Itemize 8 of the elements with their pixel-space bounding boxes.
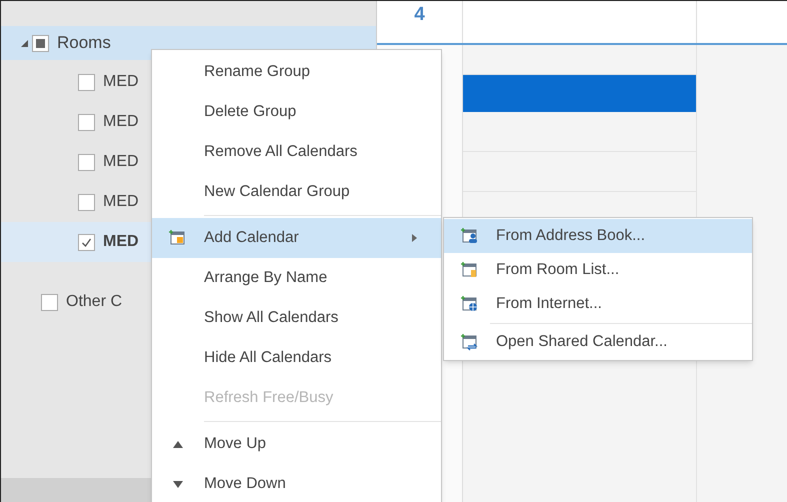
group-label: Rooms bbox=[57, 32, 111, 54]
calendar-label: MED bbox=[103, 192, 139, 212]
calendar-label: MED bbox=[103, 72, 139, 92]
calendar-label: MED bbox=[103, 152, 139, 172]
group-label: Other C bbox=[66, 292, 122, 312]
calendar-label: MED bbox=[103, 232, 139, 252]
calendar-label: MED bbox=[103, 112, 139, 132]
day-number: 4 bbox=[414, 3, 425, 27]
